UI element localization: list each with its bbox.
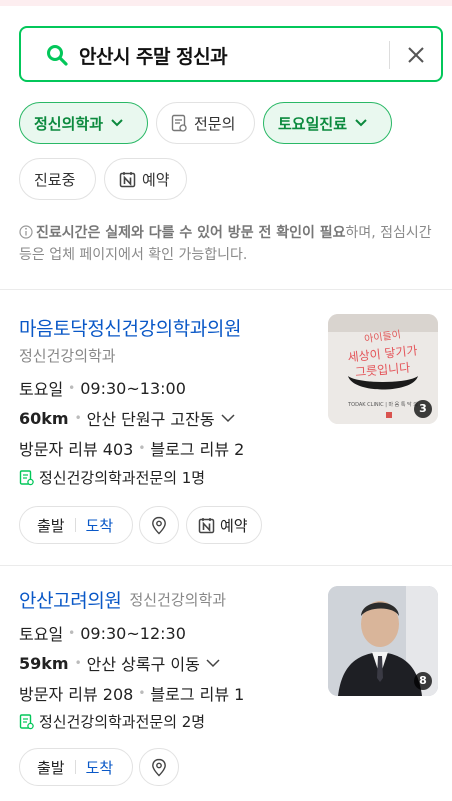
divider [0,565,452,566]
naver-booking-icon [119,171,136,187]
visitor-reviews[interactable]: 방문자 리뷰 403 [19,436,133,460]
certificate-icon [171,114,187,132]
address: 안산 단원구 고잔동 [86,410,215,429]
place-header: 안산고려의원 정신건강의학과 [19,586,226,613]
search-divider [389,41,390,69]
info-icon [19,225,33,239]
filter-label: 토요일진료 [278,114,348,133]
review-row: 방문자 리뷰 208 • 블로그 리뷰 1 [19,681,244,705]
photo-count-badge: 3 [414,400,432,418]
separator [74,760,76,774]
location-row[interactable]: 59km • 안산 상록구 이동 [19,651,221,675]
map-pin-button[interactable] [139,748,179,786]
place-category: 정신건강의학과 [19,347,116,365]
specialist-info: 정신건강의학과전문의 2명 [19,711,205,732]
reserve-button[interactable]: 예약 [186,506,262,544]
separator-dot: • [138,441,146,455]
search-input[interactable]: 안산시 주말 정신과 [79,42,228,69]
route-button[interactable]: 출발 도착 [19,506,133,544]
search-box[interactable]: 안산시 주말 정신과 [19,26,443,82]
place-photo[interactable]: 8 [328,586,438,696]
arrive-button[interactable]: 도착 [86,515,114,536]
specialist-count: 정신건강의학과전문의 1명 [39,469,206,487]
map-pin-icon [152,758,166,776]
hours-time: 09:30~12:30 [80,623,186,643]
separator [74,518,76,532]
reserve-label: 예약 [220,516,248,535]
specialist-count: 정신건강의학과전문의 2명 [39,713,206,731]
close-icon[interactable] [405,44,427,66]
depart-button[interactable]: 출발 [37,515,65,536]
map-pin-button[interactable] [139,506,179,544]
chevron-down-icon[interactable] [220,413,236,423]
divider [0,289,452,290]
business-hours: 토요일 • 09:30~12:30 [19,621,186,645]
certificate-icon [19,713,34,729]
certificate-icon [19,469,34,485]
distance: 59km [19,653,69,673]
filter-label: 전문의 [194,114,236,133]
separator-dot: • [68,381,76,395]
arrive-button[interactable]: 도착 [86,757,114,778]
business-hours: 토요일 • 09:30~13:00 [19,376,186,400]
filter-reservation[interactable]: 예약 [104,158,187,200]
filter-label: 정신의학과 [34,114,104,133]
top-accent-bar [0,0,452,6]
hours-day: 토요일 [19,625,64,644]
place-category: 정신건강의학과 [129,591,227,609]
filter-specialist[interactable]: 전문의 [156,102,255,144]
chevron-down-icon [355,119,367,127]
depart-button[interactable]: 출발 [37,757,65,778]
notice-bold-text: 진료시간은 실제와 다를 수 있어 방문 전 확인이 필요 [36,225,346,241]
place-photo[interactable]: 아이들이 세상이 닿기가 그릇입니다 TODAK CLINIC | 마 음 톡 … [328,314,438,424]
place-name[interactable]: 안산고려의원 [19,586,122,613]
separator-dot: • [74,656,82,670]
filter-label: 예약 [142,170,170,189]
filter-open-now[interactable]: 진료중 [19,158,96,200]
distance: 60km [19,408,69,428]
map-pin-icon [152,516,166,534]
specialist-info: 정신건강의학과전문의 1명 [19,467,205,488]
naver-booking-icon [198,517,215,533]
route-button[interactable]: 출발 도착 [19,748,133,786]
hours-time: 09:30~13:00 [80,378,186,398]
chevron-down-icon [111,119,123,127]
visitor-reviews[interactable]: 방문자 리뷰 208 [19,681,133,705]
filter-saturday[interactable]: 토요일진료 [263,102,392,144]
photo-count-badge: 8 [414,672,432,690]
separator-dot: • [68,626,76,640]
sign-caption: TODAK CLINIC | 마 음 톡 닥 의 [347,401,418,408]
location-row[interactable]: 60km • 안산 단원구 고잔동 [19,406,236,430]
hours-day: 토요일 [19,380,64,399]
review-row: 방문자 리뷰 403 • 블로그 리뷰 2 [19,436,244,460]
place-name[interactable]: 마음토닥정신건강의학과의원 [19,314,241,341]
blog-reviews[interactable]: 블로그 리뷰 1 [150,681,244,705]
separator-dot: • [74,411,82,425]
separator-dot: • [138,686,146,700]
blog-reviews[interactable]: 블로그 리뷰 2 [150,436,244,460]
filter-label: 진료중 [34,170,76,189]
address: 안산 상록구 이동 [86,655,200,674]
search-icon[interactable] [45,43,69,67]
chevron-down-icon[interactable] [205,658,221,668]
hours-notice: 진료시간은 실제와 다를 수 있어 방문 전 확인이 필요하며, 점심시간 등은… [19,222,439,266]
filter-psychiatry[interactable]: 정신의학과 [19,102,148,144]
